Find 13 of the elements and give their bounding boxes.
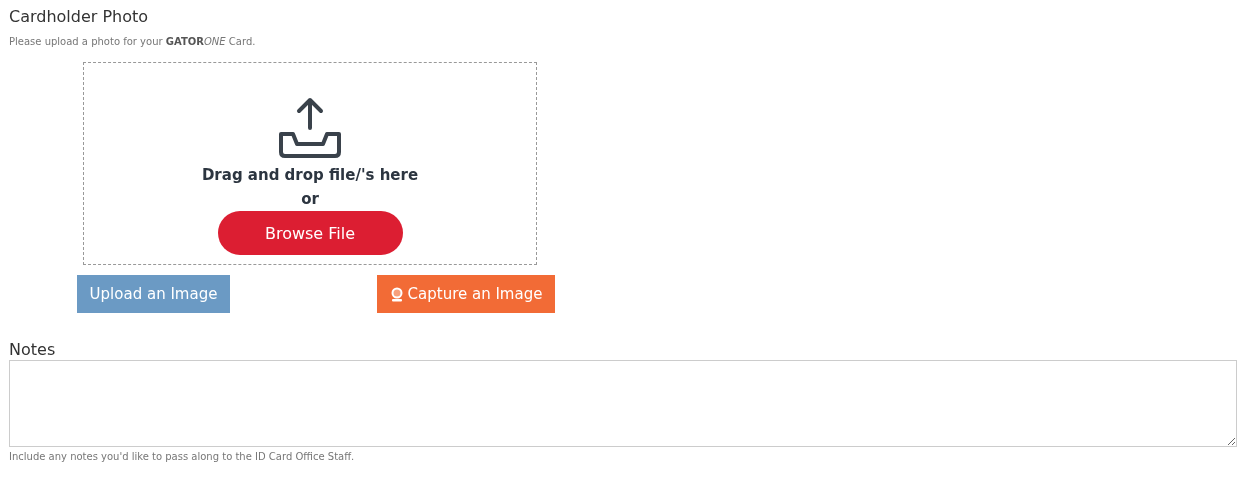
capture-image-button[interactable]: Capture an Image (377, 275, 555, 313)
description-text: Please upload a photo for your GATORONE Card. (9, 36, 257, 49)
browse-file-button[interactable]: Browse File (217, 211, 403, 255)
upload-image-button[interactable]: Upload an Image (77, 275, 230, 313)
section-title: Cardholder Photo (9, 6, 150, 28)
notes-field[interactable] (9, 360, 1237, 447)
separator-text: or (301, 190, 319, 208)
upload-icon (277, 96, 343, 160)
drop-prompt: Drag and drop file/'s here (201, 166, 419, 184)
dropzone[interactable]: Drag and drop file/'s here or Browse File (83, 62, 537, 265)
webcam-icon (389, 286, 404, 302)
notes-label: Notes (9, 340, 57, 360)
help-text: Include any notes you'd like to pass along to the ID Card Office Staff. (9, 451, 356, 462)
